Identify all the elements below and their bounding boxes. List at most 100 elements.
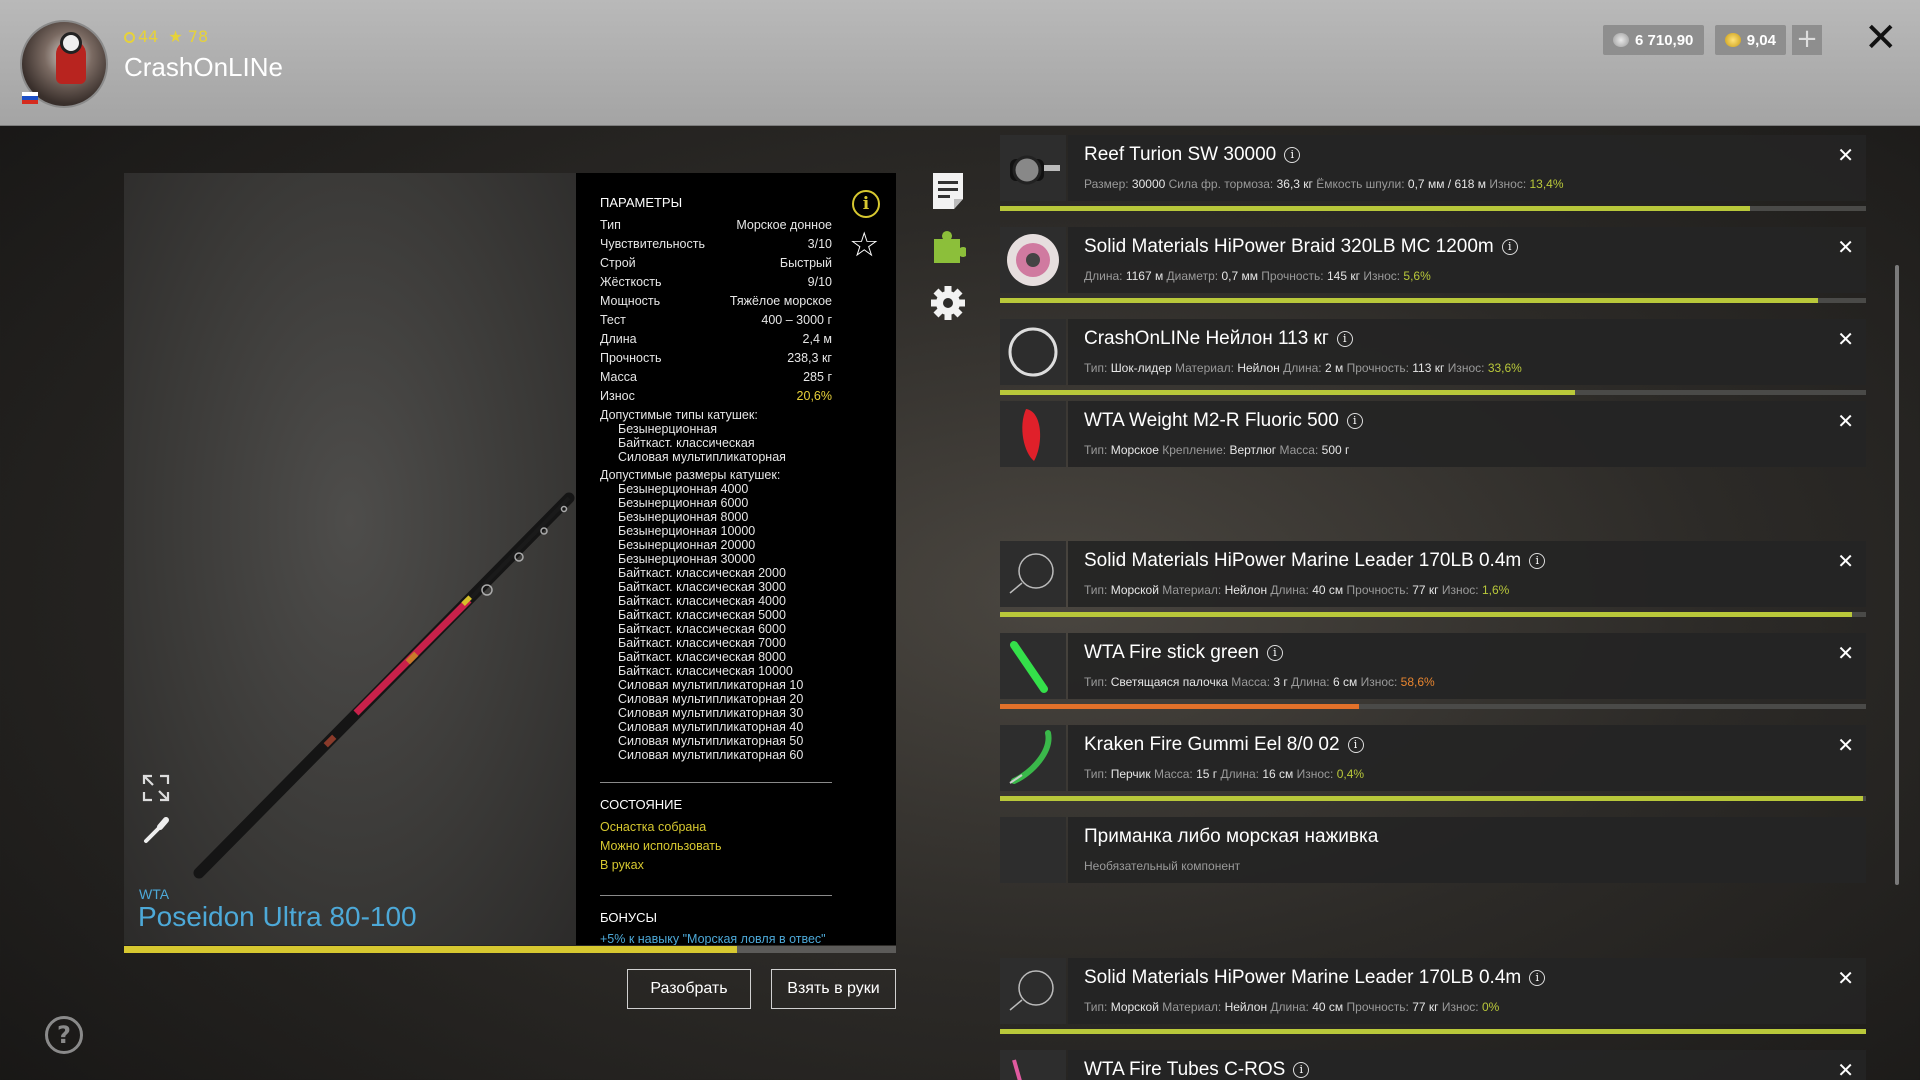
take-in-hands-button[interactable]: Взять в руки — [771, 969, 896, 1009]
info-icon[interactable]: i — [1336, 331, 1353, 347]
help-icon[interactable]: ? — [45, 1016, 83, 1054]
detail-label: Длина: — [1291, 675, 1330, 689]
gear-icon[interactable] — [930, 283, 966, 323]
remove-icon[interactable]: ✕ — [1837, 641, 1854, 665]
add-currency-button[interactable]: + — [1792, 25, 1822, 55]
remove-icon[interactable]: ✕ — [1837, 733, 1854, 757]
component-slot[interactable]: Solid Materials HiPower Braid 320LB MC 1… — [1000, 227, 1866, 293]
component-slot[interactable]: Приманка либо морская наживка Необязатель… — [1000, 817, 1866, 883]
wear-value: 13,4% — [1529, 177, 1564, 191]
detail-label: Масса: — [1231, 675, 1271, 689]
detail-label: Материал: — [1162, 1000, 1222, 1014]
wear-bar — [1000, 390, 1576, 395]
puzzle-icon[interactable] — [930, 227, 966, 267]
info-icon[interactable]: i — [1501, 239, 1518, 255]
component-title: Приманка либо морская наживка — [1084, 826, 1378, 848]
component-title: Solid Materials HiPower Braid 320LB MC 1… — [1084, 236, 1518, 258]
bonus-text: +5% к навыку "Морская ловля в отвес" — [600, 932, 826, 945]
gold-coin-icon — [1725, 33, 1741, 47]
info-icon[interactable]: i — [852, 190, 880, 218]
detail-value: 2 м — [1324, 361, 1344, 375]
rank-indicator: ★ 78 — [168, 27, 208, 46]
detail-value: Морское — [1110, 443, 1159, 457]
detail-label: Длина: — [1283, 361, 1322, 375]
document-icon[interactable] — [930, 171, 966, 211]
component-slot[interactable]: WTA Weight M2-R Fluoric 500 i Тип: Морское… — [1000, 401, 1866, 467]
detail-value: Нейлон — [1224, 583, 1268, 597]
param-label: Мощность — [600, 294, 661, 308]
reel-size-item: Байткаст. классическая 8000 — [618, 650, 786, 664]
info-icon[interactable]: i — [1529, 970, 1546, 986]
reel-sizes-title: Допустимые размеры катушек: — [600, 468, 781, 482]
favorite-star-icon[interactable]: ☆ — [849, 228, 879, 262]
component-body: Solid Materials HiPower Marine Leader 17… — [1068, 958, 1866, 1024]
reel-size-item: Безынерционная 10000 — [618, 524, 756, 538]
reel-types-title: Допустимые типы катушек: — [600, 408, 758, 422]
remove-icon[interactable]: ✕ — [1837, 1058, 1854, 1080]
param-row: Прочность 238,3 кг — [600, 349, 832, 368]
reel-size-item: Байткаст. классическая 6000 — [618, 622, 786, 636]
component-subtitle: Необязательный компонент — [1084, 859, 1241, 873]
wear-bar — [1000, 612, 1853, 617]
reel-size-item: Байткаст. классическая 4000 — [618, 594, 786, 608]
component-slot[interactable]: WTA Fire Tubes C-ROS i ✕ — [1000, 1050, 1866, 1080]
param-row: Тест 400 – 3000 г — [600, 311, 832, 330]
remove-icon[interactable]: ✕ — [1837, 327, 1854, 351]
component-name: WTA Fire stick green — [1084, 642, 1259, 663]
detail-value: 500 г — [1321, 443, 1350, 457]
paint-brush-icon[interactable] — [141, 815, 171, 845]
reel-type-item: Силовая мультипликаторная — [618, 450, 786, 464]
close-icon[interactable]: ✕ — [1864, 18, 1898, 58]
detail-label: Тип: — [1084, 675, 1108, 689]
wear-value: 0% — [1481, 1000, 1500, 1014]
state-item: Оснастка собрана — [600, 820, 707, 834]
info-icon[interactable]: i — [1284, 147, 1301, 163]
rod-durability-bar — [124, 946, 737, 953]
info-icon[interactable]: i — [1347, 737, 1364, 753]
component-slot[interactable]: WTA Fire stick green i Тип: Светящаяся пал… — [1000, 633, 1866, 699]
detail-label: Длина: — [1084, 269, 1123, 283]
param-label: Масса — [600, 370, 637, 384]
component-details: Тип: Морской Материал: Нейлон Длина: 40 … — [1084, 1000, 1499, 1014]
remove-icon[interactable]: ✕ — [1837, 143, 1854, 167]
component-slot[interactable]: Reef Turion SW 30000 i Размер: 30000 Сила … — [1000, 135, 1866, 201]
param-row: Тип Морское донное — [600, 216, 832, 235]
remove-icon[interactable]: ✕ — [1837, 966, 1854, 990]
detail-value: 15 г — [1196, 767, 1218, 781]
component-body: WTA Fire stick green i Тип: Светящаяся пал… — [1068, 633, 1866, 699]
component-name: WTA Weight M2-R Fluoric 500 — [1084, 410, 1339, 431]
remove-icon[interactable]: ✕ — [1837, 235, 1854, 259]
state-title: СОСТОЯНИЕ — [600, 797, 683, 812]
info-icon[interactable]: i — [1346, 413, 1363, 429]
component-details: Тип: Шок-лидер Материал: Нейлон Длина: 2… — [1084, 361, 1522, 375]
bonus-title: БОНУСЫ — [600, 910, 658, 925]
glow-stick-image — [1000, 633, 1066, 699]
component-body: WTA Fire Tubes C-ROS i ✕ — [1068, 1050, 1866, 1080]
leader-image — [1000, 541, 1066, 607]
info-icon[interactable]: i — [1266, 645, 1283, 661]
detail-label: Крепление: — [1162, 443, 1227, 457]
reel-size-item: Безынерционная 20000 — [618, 538, 756, 552]
remove-icon[interactable]: ✕ — [1837, 549, 1854, 573]
detail-label: Износ: — [1360, 675, 1398, 689]
info-icon[interactable]: i — [1293, 1062, 1310, 1078]
expand-icon[interactable] — [141, 773, 171, 803]
reel-size-item: Силовая мультипликаторная 40 — [618, 720, 804, 734]
detail-value: Морской — [1110, 1000, 1159, 1014]
disassemble-button[interactable]: Разобрать — [627, 969, 751, 1009]
component-slot[interactable]: Kraken Fire Gummi Eel 8/0 02 i Тип: Перчик… — [1000, 725, 1866, 791]
detail-value: 40 см — [1312, 583, 1344, 597]
remove-icon[interactable]: ✕ — [1837, 409, 1854, 433]
param-label: Длина — [600, 332, 637, 346]
gold-balance: 9,04 — [1715, 25, 1786, 55]
component-slot[interactable]: Solid Materials HiPower Marine Leader 17… — [1000, 958, 1866, 1024]
component-name: Приманка либо морская наживка — [1084, 826, 1379, 847]
rod-name: Poseidon Ultra 80-100 — [138, 901, 417, 932]
info-icon[interactable]: i — [1529, 553, 1546, 569]
component-slot[interactable]: CrashOnLINe Нейлон 113 кг i Тип: Шок-лидер… — [1000, 319, 1866, 385]
component-name: Kraken Fire Gummi Eel 8/0 02 — [1084, 734, 1340, 755]
component-slot[interactable]: Solid Materials HiPower Marine Leader 17… — [1000, 541, 1866, 607]
scrollbar[interactable] — [1895, 265, 1899, 885]
param-row: Строй Быстрый — [600, 254, 832, 273]
param-value: 285 г — [803, 370, 832, 384]
